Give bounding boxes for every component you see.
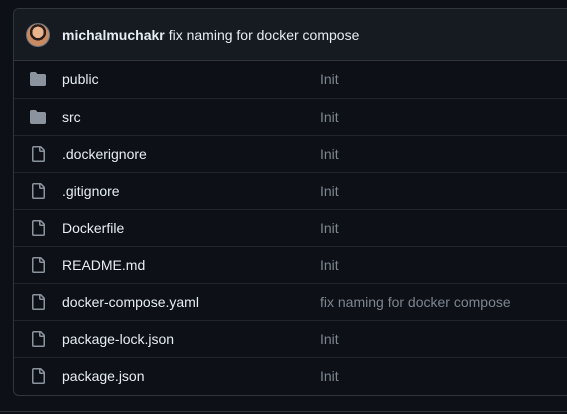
file-commit-message[interactable]: Init xyxy=(320,257,339,273)
file-row[interactable]: package-lock.json Init xyxy=(14,320,567,357)
file-commit-message[interactable]: Init xyxy=(320,146,339,162)
file-row[interactable]: .gitignore Init xyxy=(14,172,567,209)
file-icon xyxy=(30,146,48,162)
file-commit-message[interactable]: Init xyxy=(320,368,339,384)
file-name[interactable]: package-lock.json xyxy=(62,331,174,347)
commit-message[interactable]: fix naming for docker compose xyxy=(169,27,360,43)
file-icon xyxy=(30,183,48,199)
bottom-divider xyxy=(0,411,567,412)
file-row[interactable]: Dockerfile Init xyxy=(14,209,567,246)
file-icon xyxy=(30,368,48,384)
file-row[interactable]: src Init xyxy=(14,98,567,135)
avatar[interactable] xyxy=(26,22,50,47)
file-name[interactable]: package.json xyxy=(62,368,145,384)
file-row[interactable]: README.md Init xyxy=(14,246,567,283)
file-commit-message[interactable]: Init xyxy=(320,331,339,347)
file-name[interactable]: .gitignore xyxy=(62,183,120,199)
file-row[interactable]: .dockerignore Init xyxy=(14,135,567,172)
file-commit-message[interactable]: Init xyxy=(320,71,339,87)
file-icon xyxy=(30,257,48,273)
file-name[interactable]: README.md xyxy=(62,257,145,273)
file-name[interactable]: Dockerfile xyxy=(62,220,124,236)
file-name[interactable]: src xyxy=(62,109,81,125)
file-commit-message[interactable]: Init xyxy=(320,183,339,199)
folder-icon xyxy=(30,71,48,87)
file-list: public Init src Init .dockerignore Init … xyxy=(14,61,567,394)
file-row[interactable]: docker-compose.yaml fix naming for docke… xyxy=(14,283,567,320)
file-row[interactable]: package.json Init xyxy=(14,357,567,394)
latest-commit-header: michalmuchakr fix naming for docker comp… xyxy=(14,9,567,61)
file-row[interactable]: public Init xyxy=(14,61,567,98)
file-icon xyxy=(30,331,48,347)
file-name[interactable]: public xyxy=(62,71,99,87)
file-commit-message[interactable]: Init xyxy=(320,220,339,236)
folder-icon xyxy=(30,109,48,125)
file-browser: michalmuchakr fix naming for docker comp… xyxy=(13,8,567,396)
file-commit-message[interactable]: fix naming for docker compose xyxy=(320,294,511,310)
file-icon xyxy=(30,220,48,236)
file-name[interactable]: docker-compose.yaml xyxy=(62,294,199,310)
file-icon xyxy=(30,294,48,310)
file-commit-message[interactable]: Init xyxy=(320,109,339,125)
file-name[interactable]: .dockerignore xyxy=(62,146,147,162)
commit-author[interactable]: michalmuchakr xyxy=(62,27,165,43)
